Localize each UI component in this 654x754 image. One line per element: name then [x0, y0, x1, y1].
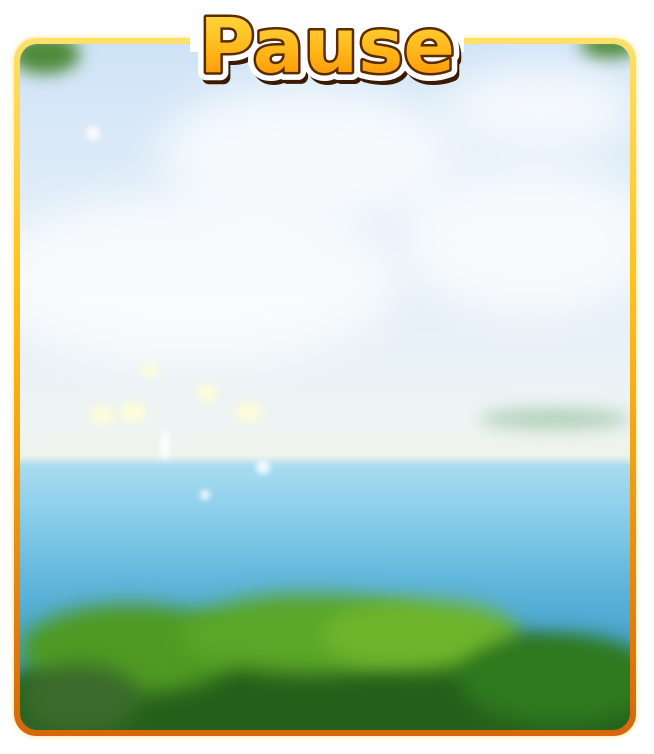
foreground-bush — [20, 664, 140, 730]
sparkle — [256, 460, 270, 474]
distant-island — [480, 408, 630, 430]
sparkle — [200, 490, 210, 500]
pause-title-art: Pause Pause Pause — [191, 0, 465, 102]
pause-title: Pause — [199, 1, 455, 90]
background-scene-image — [20, 44, 630, 730]
corner-foliage — [580, 44, 630, 58]
light-glint — [120, 402, 146, 422]
light-glint — [196, 384, 218, 402]
pause-title-logo: Pause Pause Pause — [150, 0, 504, 102]
pause-screen: Pause Pause Pause — [0, 0, 654, 754]
cloud-shape — [400, 164, 630, 314]
sparkle — [86, 126, 100, 140]
light-glint — [140, 364, 158, 378]
light-glint — [236, 402, 262, 422]
sparkle — [160, 430, 170, 460]
pause-dialog-panel — [20, 44, 630, 730]
corner-foliage — [20, 44, 80, 74]
light-glint — [90, 406, 114, 424]
